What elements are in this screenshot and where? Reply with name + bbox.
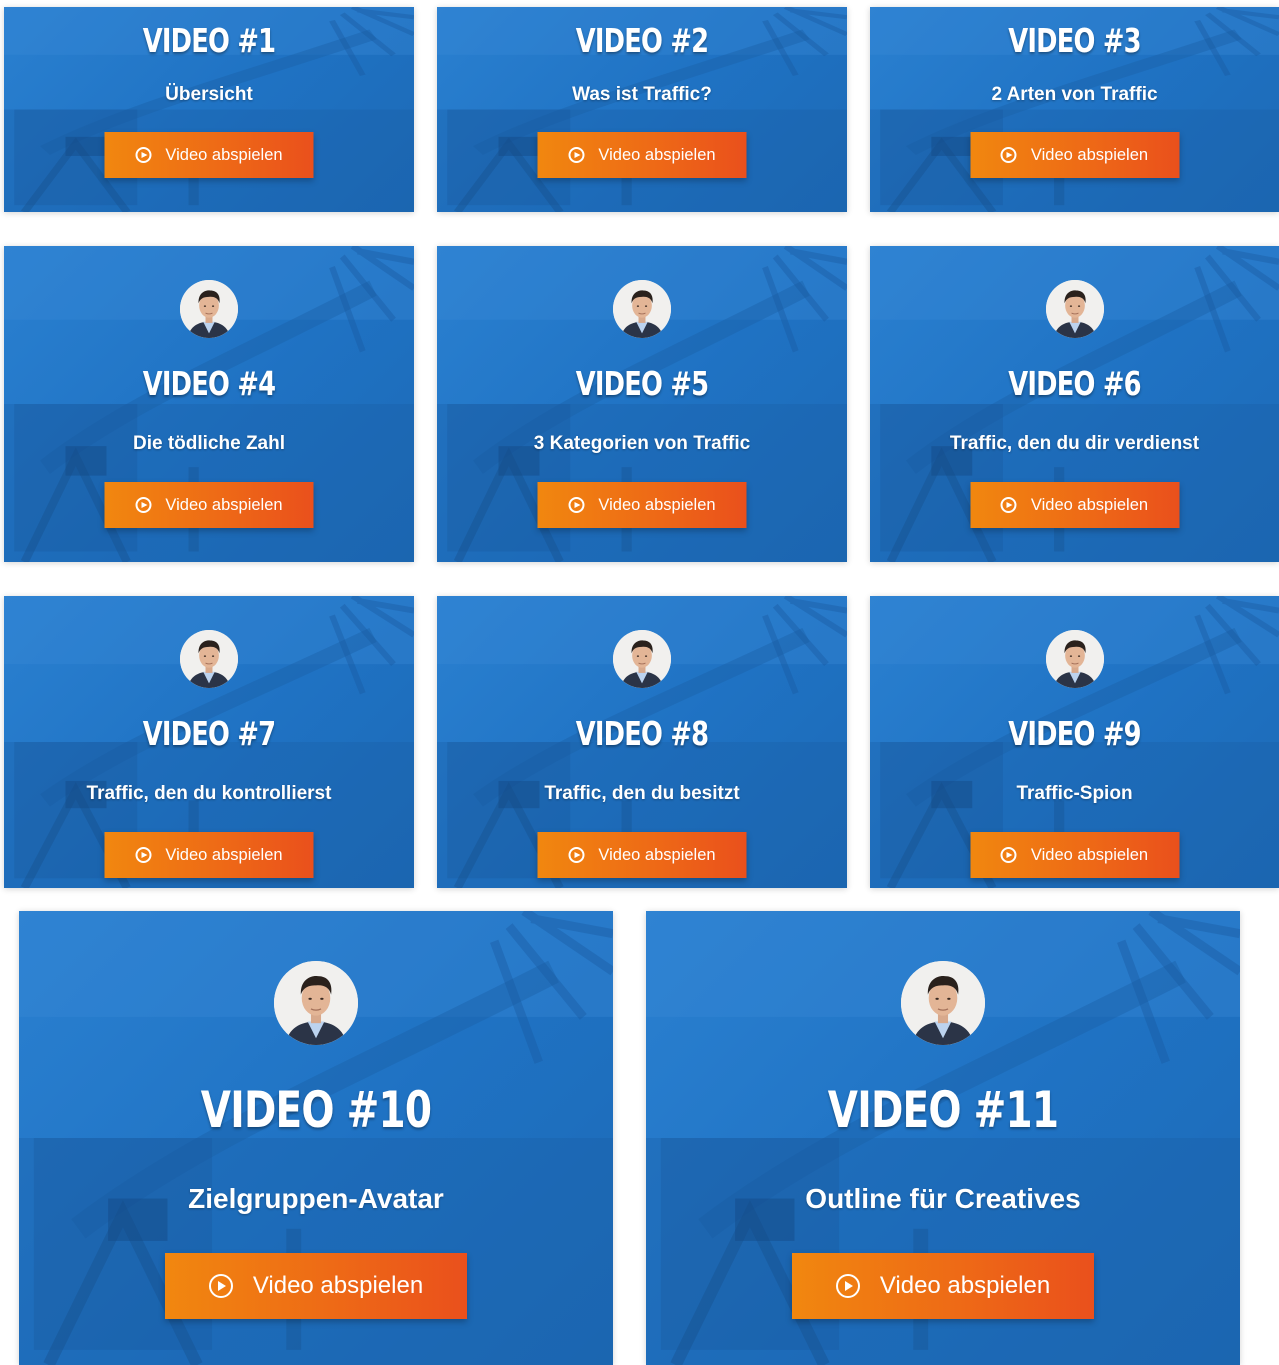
video-card-4: VIDEO #4 Die tödliche Zahl Video abspiel… bbox=[4, 246, 414, 562]
video-card-7: VIDEO #7 Traffic, den du kontrollierst V… bbox=[4, 596, 414, 888]
video-card-6: VIDEO #6 Traffic, den du dir verdienst V… bbox=[870, 246, 1279, 562]
video-subtitle: Traffic, den du besitzt bbox=[544, 783, 740, 804]
video-card-8: VIDEO #8 Traffic, den du besitzt Video a… bbox=[437, 596, 847, 888]
play-circle-icon bbox=[568, 147, 585, 163]
presenter-avatar bbox=[1045, 630, 1104, 688]
video-title: VIDEO #6 bbox=[1008, 364, 1141, 403]
play-circle-icon bbox=[568, 497, 585, 513]
play-video-button[interactable]: Video abspielen bbox=[792, 1253, 1094, 1319]
video-subtitle: Traffic, den du dir verdienst bbox=[949, 433, 1200, 454]
play-video-button-label: Video abspielen bbox=[252, 1272, 424, 1299]
play-video-button-label: Video abspielen bbox=[598, 495, 716, 514]
play-video-button[interactable]: Video abspielen bbox=[970, 482, 1179, 528]
play-circle-icon bbox=[568, 847, 585, 863]
video-subtitle: Traffic-Spion bbox=[1016, 783, 1133, 804]
video-card-11: VIDEO #11 Outline für Creatives Video ab… bbox=[646, 911, 1240, 1365]
play-video-button-label: Video abspielen bbox=[1030, 495, 1149, 514]
video-title: VIDEO #9 bbox=[1008, 714, 1141, 753]
presenter-avatar bbox=[613, 630, 671, 688]
video-card-10: VIDEO #10 Zielgruppen-Avatar Video abspi… bbox=[19, 911, 613, 1365]
video-card-2: VIDEO #2 Was ist Traffic? Video abspiele… bbox=[437, 7, 847, 212]
play-circle-icon bbox=[135, 847, 152, 863]
play-circle-icon bbox=[208, 1274, 233, 1298]
play-video-button[interactable]: Video abspielen bbox=[970, 832, 1179, 878]
presenter-avatar bbox=[613, 280, 671, 338]
video-subtitle: Übersicht bbox=[165, 84, 253, 105]
play-circle-icon bbox=[835, 1274, 860, 1298]
video-card-1: VIDEO #1 Übersicht Video abspielen bbox=[4, 7, 414, 212]
video-title: VIDEO #2 bbox=[575, 21, 709, 60]
play-circle-icon bbox=[1000, 147, 1017, 163]
presenter-avatar bbox=[180, 630, 238, 688]
presenter-avatar bbox=[1045, 280, 1104, 338]
play-video-button[interactable]: Video abspielen bbox=[537, 482, 747, 528]
presenter-avatar bbox=[901, 961, 985, 1045]
video-title: VIDEO #3 bbox=[1008, 21, 1141, 60]
play-circle-icon bbox=[135, 147, 152, 163]
play-video-button-label: Video abspielen bbox=[598, 145, 716, 164]
play-circle-icon bbox=[135, 497, 152, 513]
play-video-button-label: Video abspielen bbox=[1030, 845, 1149, 864]
video-subtitle: Outline für Creatives bbox=[805, 1183, 1081, 1214]
play-circle-icon bbox=[1000, 497, 1017, 513]
video-title: VIDEO #11 bbox=[827, 1081, 1059, 1139]
play-video-button-label: Video abspielen bbox=[598, 845, 716, 864]
video-title: VIDEO #7 bbox=[142, 714, 276, 753]
play-video-button-label: Video abspielen bbox=[879, 1272, 1051, 1299]
video-card-3: VIDEO #3 2 Arten von Traffic Video abspi… bbox=[870, 7, 1279, 212]
video-subtitle: Was ist Traffic? bbox=[572, 84, 712, 105]
video-card-9: VIDEO #9 Traffic-Spion Video abspielen bbox=[870, 596, 1279, 888]
presenter-avatar bbox=[274, 961, 358, 1045]
play-video-button[interactable]: Video abspielen bbox=[537, 832, 747, 878]
video-subtitle: Die tödliche Zahl bbox=[132, 433, 286, 454]
video-title: VIDEO #8 bbox=[575, 714, 709, 753]
video-title: VIDEO #5 bbox=[575, 364, 709, 403]
video-subtitle: 3 Kategorien von Traffic bbox=[533, 433, 751, 454]
play-video-button[interactable]: Video abspielen bbox=[104, 832, 314, 878]
play-video-button[interactable]: Video abspielen bbox=[537, 132, 747, 178]
play-circle-icon bbox=[1000, 847, 1017, 863]
play-video-button[interactable]: Video abspielen bbox=[104, 132, 314, 178]
play-video-button[interactable]: Video abspielen bbox=[165, 1253, 467, 1319]
play-video-button[interactable]: Video abspielen bbox=[104, 482, 314, 528]
video-title: VIDEO #1 bbox=[142, 21, 276, 60]
video-subtitle: Traffic, den du kontrollierst bbox=[86, 783, 332, 804]
play-video-button-label: Video abspielen bbox=[165, 145, 283, 164]
presenter-avatar bbox=[180, 280, 238, 338]
video-subtitle: Zielgruppen-Avatar bbox=[188, 1183, 444, 1214]
play-video-button-label: Video abspielen bbox=[165, 495, 283, 514]
video-card-5: VIDEO #5 3 Kategorien von Traffic Video … bbox=[437, 246, 847, 562]
play-video-button-label: Video abspielen bbox=[1030, 145, 1149, 164]
video-title: VIDEO #10 bbox=[200, 1081, 432, 1139]
video-title: VIDEO #4 bbox=[142, 364, 276, 403]
play-video-button[interactable]: Video abspielen bbox=[970, 132, 1179, 178]
video-subtitle: 2 Arten von Traffic bbox=[991, 84, 1158, 105]
play-video-button-label: Video abspielen bbox=[165, 845, 283, 864]
